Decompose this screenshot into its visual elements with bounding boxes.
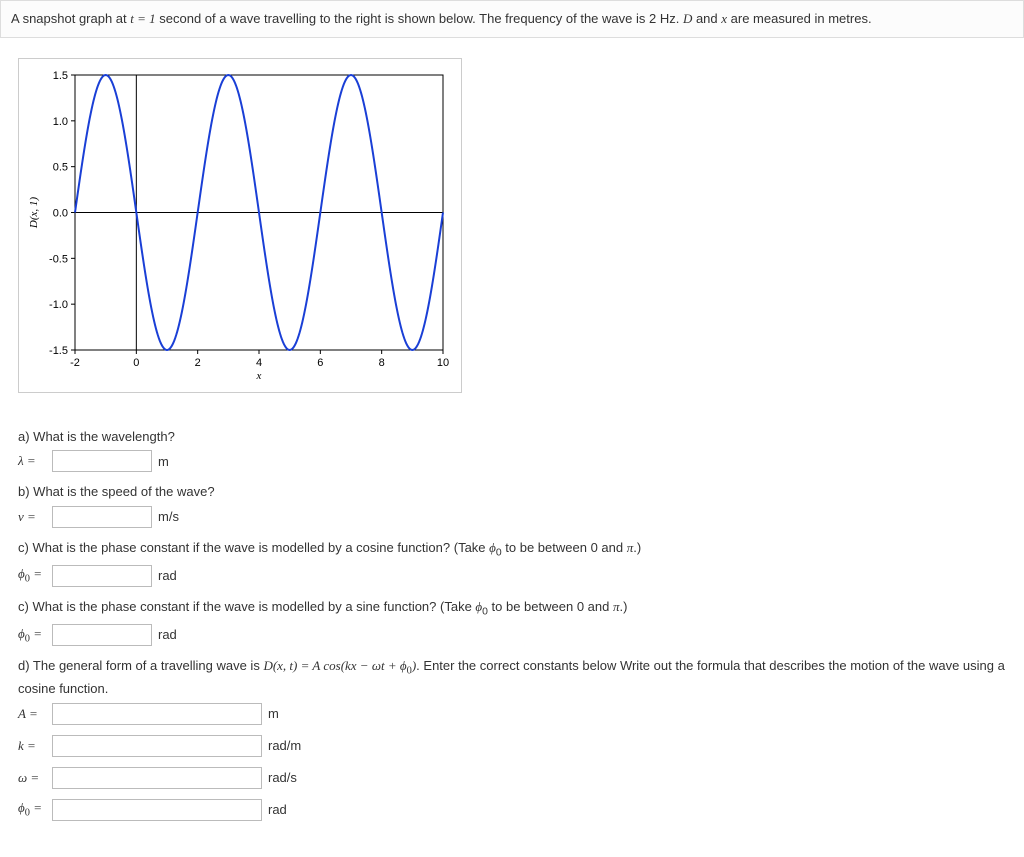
unit-ms: m/s — [158, 509, 179, 524]
question-c-sin: c) What is the phase constant if the wav… — [18, 597, 1006, 620]
svg-text:8: 8 — [379, 357, 385, 369]
phi-sin-label: ϕ0 = — [18, 626, 46, 645]
svg-text:x: x — [256, 370, 262, 382]
unit-rad-3: rad — [268, 802, 287, 817]
qd-pre: d) The general form of a travelling wave… — [18, 658, 263, 673]
unit-m: m — [158, 454, 169, 469]
svg-text:-2: -2 — [70, 357, 80, 369]
phi-cos-input[interactable] — [52, 565, 152, 587]
v-input[interactable] — [52, 506, 152, 528]
svg-text:0.0: 0.0 — [53, 207, 68, 219]
svg-text:0: 0 — [133, 357, 139, 369]
problem-intro: A snapshot graph at t = 1 second of a wa… — [0, 0, 1024, 38]
intro-text-2: second of a wave travelling to the right… — [156, 11, 649, 26]
qc2-zero: 0 — [577, 599, 584, 614]
unit-rad-2: rad — [158, 627, 177, 642]
answer-row-k: k = rad/m — [18, 735, 1006, 757]
qc1-pre: c) What is the phase constant if the wav… — [18, 540, 489, 555]
qc1-post: .) — [633, 540, 641, 555]
v-label: v = — [18, 509, 46, 525]
svg-text:0.5: 0.5 — [53, 161, 68, 173]
qc2-and: and — [584, 599, 613, 614]
svg-text:1.0: 1.0 — [53, 115, 68, 127]
question-d: d) The general form of a travelling wave… — [18, 656, 1006, 699]
qc1-mid: to be between — [502, 540, 591, 555]
k-input[interactable] — [52, 735, 262, 757]
qd-formula: D(x, t) = A cos(kx − ωt + ϕ0) — [263, 658, 416, 673]
phi-sin-input[interactable] — [52, 624, 152, 646]
intro-text-3: . — [676, 11, 683, 26]
answer-row-phi-sin: ϕ0 = rad — [18, 624, 1006, 646]
phi0-label: ϕ0 = — [18, 800, 46, 819]
k-label: k = — [18, 738, 46, 754]
qc1-and: and — [598, 540, 627, 555]
svg-text:10: 10 — [437, 357, 449, 369]
question-c-cos: c) What is the phase constant if the wav… — [18, 538, 1006, 561]
phi0-input[interactable] — [52, 799, 262, 821]
answer-row-phi-cos: ϕ0 = rad — [18, 565, 1006, 587]
svg-text:-1.0: -1.0 — [49, 299, 68, 311]
wave-plot-svg: -2 0 2 4 6 8 10 -1.5 -1.0 -0.5 0.0 0.5 1.0 1.5 x D(x, 1… — [25, 65, 455, 385]
qc2-pre: c) What is the phase constant if the wav… — [18, 599, 475, 614]
omega-label: ω = — [18, 770, 46, 786]
intro-freq: 2 Hz — [649, 11, 676, 26]
question-b: b) What is the speed of the wave? — [18, 482, 1006, 502]
qc1-phi: ϕ — [489, 540, 496, 555]
qc2-post: .) — [620, 599, 628, 614]
answer-row-lambda: λ = m — [18, 450, 1006, 472]
phi-cos-label: ϕ0 = — [18, 566, 46, 585]
unit-rads: rad/s — [268, 770, 297, 785]
question-a: a) What is the wavelength? — [18, 427, 1006, 447]
unit-rad-1: rad — [158, 568, 177, 583]
intro-and: and — [692, 11, 721, 26]
lambda-input[interactable] — [52, 450, 152, 472]
intro-text-1: A snapshot graph at — [11, 11, 130, 26]
answer-row-omega: ω = rad/s — [18, 767, 1006, 789]
omega-input[interactable] — [52, 767, 262, 789]
intro-D: D — [683, 11, 692, 26]
intro-tail: are measured in metres. — [727, 11, 872, 26]
answer-row-phi0: ϕ0 = rad — [18, 799, 1006, 821]
unit-radm: rad/m — [268, 738, 301, 753]
qc1-zero: 0 — [591, 540, 598, 555]
answer-row-v: v = m/s — [18, 506, 1006, 528]
A-label: A = — [18, 706, 46, 722]
svg-text:-1.5: -1.5 — [49, 345, 68, 357]
wave-snapshot-chart: -2 0 2 4 6 8 10 -1.5 -1.0 -0.5 0.0 0.5 1.0 1.5 x D(x, 1… — [18, 58, 462, 393]
lambda-label: λ = — [18, 453, 46, 469]
svg-text:4: 4 — [256, 357, 262, 369]
svg-text:1.5: 1.5 — [53, 70, 68, 82]
A-input[interactable] — [52, 703, 262, 725]
svg-text:6: 6 — [317, 357, 323, 369]
svg-text:2: 2 — [195, 357, 201, 369]
svg-text:-0.5: -0.5 — [49, 253, 68, 265]
unit-m-2: m — [268, 706, 279, 721]
intro-t-expr: t = 1 — [130, 11, 155, 26]
answer-row-A: A = m — [18, 703, 1006, 725]
svg-text:D(x, 1): D(x, 1) — [28, 196, 40, 228]
qc2-mid: to be between — [488, 599, 577, 614]
